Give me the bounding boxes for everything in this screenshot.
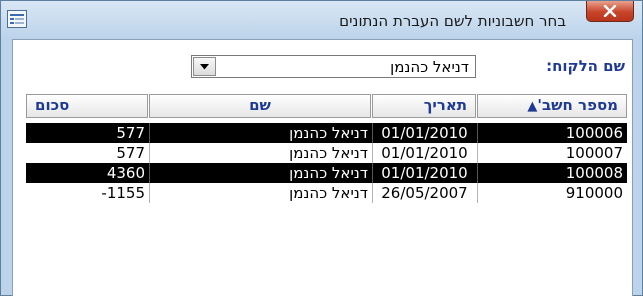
- cell-name: דניאל כהנמן: [289, 124, 368, 142]
- table-row[interactable]: -1155 דניאל כהנמן 26/05/2007 910000: [26, 183, 627, 203]
- cell-sum: 577: [116, 124, 145, 142]
- column-header-date-label: תאריך: [423, 96, 467, 114]
- client-name-combobox[interactable]: דניאל כהנמן: [191, 55, 476, 78]
- close-x-icon: [603, 5, 617, 17]
- cell-name: דניאל כהנמן: [289, 144, 368, 162]
- column-header-name-label: שם: [249, 96, 271, 114]
- cell-account: 910000: [565, 184, 623, 202]
- sort-ascending-icon: ▲: [527, 99, 538, 114]
- column-header-account-label: מספר חשב': [537, 96, 618, 114]
- window-title: בחר חשבוניות לשם העברת הנתונים: [339, 12, 566, 30]
- chevron-down-icon: [200, 63, 209, 69]
- cell-date: 01/01/2010: [381, 144, 468, 162]
- column-header-sum[interactable]: סכום: [26, 94, 148, 118]
- dialog-body: שם הלקוח: דניאל כהנמן סכום שם תאריך מספר…: [12, 39, 633, 296]
- client-name-label: שם הלקוח:: [546, 57, 625, 75]
- cell-sum: 4360: [106, 164, 145, 182]
- cell-account: 100007: [565, 144, 623, 162]
- client-name-value: דניאל כהנמן: [390, 58, 469, 76]
- column-header-sum-label: סכום: [35, 96, 70, 114]
- cell-sum: -1155: [101, 184, 145, 202]
- column-header-account[interactable]: מספר חשב'▲: [477, 94, 627, 118]
- cell-account: 100006: [565, 124, 623, 142]
- cell-account: 100008: [565, 164, 623, 182]
- cell-name: דניאל כהנמן: [289, 164, 368, 182]
- cell-date: 01/01/2010: [381, 164, 468, 182]
- cell-date: 01/01/2010: [381, 124, 468, 142]
- table-row[interactable]: 577 דניאל כהנמן 01/01/2010 100007: [26, 143, 627, 163]
- combobox-dropdown-button[interactable]: [193, 57, 216, 76]
- dialog-window: בחר חשבוניות לשם העברת הנתונים שם הלקוח:…: [0, 0, 643, 296]
- table-row[interactable]: 4360 דניאל כהנמן 01/01/2010 100008: [26, 163, 627, 183]
- table-row[interactable]: 577 דניאל כהנמן 01/01/2010 100006: [26, 123, 627, 143]
- title-bar[interactable]: בחר חשבוניות לשם העברת הנתונים: [1, 1, 642, 39]
- close-button[interactable]: [586, 1, 634, 22]
- cell-date: 26/05/2007: [381, 184, 468, 202]
- invoice-grid[interactable]: 577 דניאל כהנמן 01/01/2010 100006 577 דנ…: [26, 123, 627, 203]
- form-icon[interactable]: [7, 10, 27, 28]
- column-header-name[interactable]: שם: [149, 94, 371, 118]
- cell-sum: 577: [116, 144, 145, 162]
- column-header-date[interactable]: תאריך: [372, 94, 476, 118]
- cell-name: דניאל כהנמן: [289, 184, 368, 202]
